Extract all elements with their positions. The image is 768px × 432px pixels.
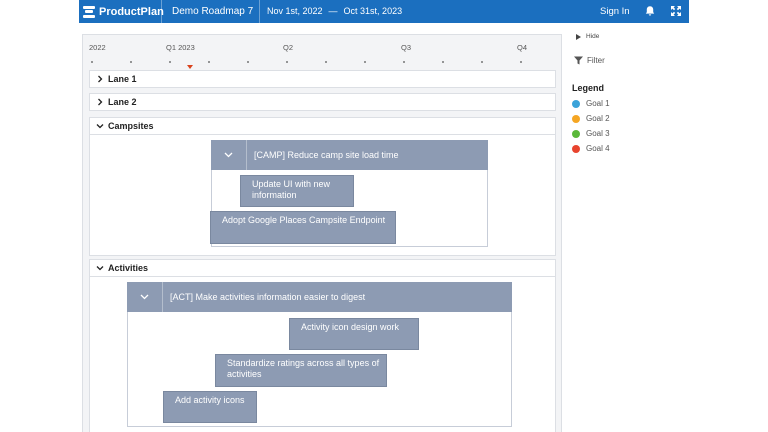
timeline-label: Q3 xyxy=(401,43,412,52)
side-panel: Hide Filter Legend Goal 1 Goal 2 Goal 3 … xyxy=(572,33,692,153)
divider xyxy=(161,0,162,23)
container-title: [ACT] Make activities information easier… xyxy=(170,292,366,302)
roadmap-name[interactable]: Demo Roadmap 7 xyxy=(172,0,253,23)
chevron-down-icon xyxy=(96,264,104,272)
lane-label: Campsites xyxy=(108,121,154,131)
productplan-logo-icon xyxy=(83,5,95,18)
lane-lane-2[interactable]: Lane 2 xyxy=(89,93,556,111)
lane-body-campsites: [CAMP] Reduce camp site load time Update… xyxy=(89,135,556,256)
chevron-down-icon[interactable] xyxy=(211,140,247,170)
hide-label: Hide xyxy=(586,33,600,40)
timeline-label: Q1 2023 xyxy=(166,43,195,52)
month-tick xyxy=(208,61,210,63)
date-end: Oct 31st, 2023 xyxy=(343,6,403,16)
chevron-right-icon xyxy=(96,75,104,83)
divider xyxy=(259,0,260,23)
timeline-header: 2022 Q1 2023 Q2 Q3 Q4 xyxy=(83,35,561,69)
month-tick xyxy=(364,61,366,63)
date-range[interactable]: Nov 1st, 2022 — Oct 31st, 2023 xyxy=(267,0,402,23)
lane-lane-1[interactable]: Lane 1 xyxy=(89,70,556,88)
caret-right-icon xyxy=(576,33,581,40)
expand-icon[interactable] xyxy=(670,5,682,17)
month-tick xyxy=(325,61,327,63)
month-tick xyxy=(520,61,522,63)
month-tick xyxy=(169,61,171,63)
date-separator: — xyxy=(328,6,338,16)
today-marker xyxy=(187,65,193,69)
legend-item: Goal 4 xyxy=(572,144,692,153)
timeline-label: 2022 xyxy=(89,43,106,52)
top-bar: ProductPlan Demo Roadmap 7 Nov 1st, 2022… xyxy=(79,0,689,23)
chevron-down-icon[interactable] xyxy=(127,282,163,312)
lane-label: Activities xyxy=(108,263,149,273)
roadmap-bar[interactable]: Update UI with new information xyxy=(240,175,354,207)
bell-icon[interactable] xyxy=(644,5,656,17)
legend-item: Goal 2 xyxy=(572,114,692,123)
hide-button[interactable]: Hide xyxy=(576,33,692,40)
roadmap-bar[interactable]: Standardize ratings across all types of … xyxy=(215,354,387,387)
legend-label: Goal 3 xyxy=(586,129,610,138)
roadmap-panel: 2022 Q1 2023 Q2 Q3 Q4 Lane 1 Lane 2 Camp… xyxy=(82,34,562,432)
month-tick xyxy=(481,61,483,63)
brand-name: ProductPlan xyxy=(99,5,164,18)
legend-label: Goal 2 xyxy=(586,114,610,123)
roadmap-bar[interactable]: Add activity icons xyxy=(163,391,257,423)
month-tick xyxy=(247,61,249,63)
filter-label: Filter xyxy=(587,56,605,65)
timeline-label: Q2 xyxy=(283,43,294,52)
container-bar-camp[interactable]: [CAMP] Reduce camp site load time xyxy=(211,140,488,170)
legend-label: Goal 1 xyxy=(586,99,610,108)
container-bar-act[interactable]: [ACT] Make activities information easier… xyxy=(127,282,512,312)
timeline-label: Q4 xyxy=(517,43,528,52)
legend-dot xyxy=(572,114,580,123)
month-tick xyxy=(286,61,288,63)
legend-item: Goal 1 xyxy=(572,99,692,108)
month-tick xyxy=(91,61,93,63)
chevron-down-icon xyxy=(96,122,104,130)
filter-icon xyxy=(574,56,583,65)
lane-activities[interactable]: Activities xyxy=(89,259,556,277)
roadmap-bar[interactable]: Adopt Google Places Campsite Endpoint xyxy=(210,211,396,244)
container-title: [CAMP] Reduce camp site load time xyxy=(254,150,399,160)
lane-body-activities: [ACT] Make activities information easier… xyxy=(89,277,556,432)
lane-label: Lane 2 xyxy=(108,97,137,107)
legend-title: Legend xyxy=(572,83,605,93)
filter-button[interactable]: Filter xyxy=(574,56,692,65)
brand[interactable]: ProductPlan xyxy=(83,0,164,23)
month-tick xyxy=(403,61,405,63)
lane-campsites[interactable]: Campsites xyxy=(89,117,556,135)
legend-dot xyxy=(572,144,580,153)
legend-label: Goal 4 xyxy=(586,144,610,153)
sign-in-link[interactable]: Sign In xyxy=(600,0,630,23)
month-tick xyxy=(442,61,444,63)
roadmap-bar[interactable]: Activity icon design work xyxy=(289,318,419,350)
legend-dot xyxy=(572,99,580,108)
page: ProductPlan Demo Roadmap 7 Nov 1st, 2022… xyxy=(0,0,768,432)
legend-item: Goal 3 xyxy=(572,129,692,138)
chevron-right-icon xyxy=(96,98,104,106)
date-start: Nov 1st, 2022 xyxy=(267,6,323,16)
legend-dot xyxy=(572,129,580,138)
month-tick xyxy=(130,61,132,63)
lane-label: Lane 1 xyxy=(108,74,137,84)
